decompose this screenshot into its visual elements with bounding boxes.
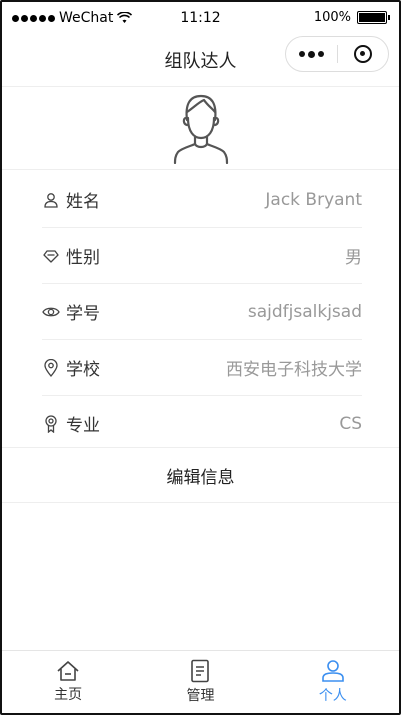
home-icon [57,661,79,681]
list-item-gender: 性别 男 [42,228,362,284]
target-icon [353,45,372,63]
nav-bar: 组队达人 [2,36,399,87]
name-label: 姓名 [66,192,100,212]
document-icon [191,659,210,683]
mini-program-capsule [285,36,389,72]
status-bar-right: 100% [313,10,390,25]
tab-bar: 主页 管理 个人 [2,650,399,713]
school-value: 西安电子科技大学 [226,360,362,380]
phone-frame: WeChat 11:12 100% 组队达人 姓名 Jack Bryant 性别… [0,0,401,715]
battery-percent: 100% [313,10,351,25]
gender-value: 男 [345,248,362,268]
list-item-school: 学校 西安电子科技大学 [42,340,362,396]
list-item-name: 姓名 Jack Bryant [42,172,362,228]
gender-label: 性别 [66,248,100,268]
diamond-icon [42,247,60,265]
list-item-student-id: 学号 sajdfjsalkjsad [42,284,362,340]
battery-icon [357,11,390,24]
divider [2,169,399,170]
tab-home[interactable]: 主页 [2,651,134,713]
major-value: CS [339,413,362,434]
close-button[interactable] [337,37,388,71]
award-icon [42,414,60,433]
edit-info-button[interactable]: 编辑信息 [2,448,399,503]
name-value: Jack Bryant [265,189,362,210]
list-item-major: 专业 CS [42,396,362,451]
avatar-person-icon [173,94,228,164]
more-button[interactable] [286,37,337,71]
tab-manage-label: 管理 [186,688,215,704]
tab-profile-label: 个人 [318,688,347,704]
eye-icon [42,303,60,321]
person-icon [322,660,344,682]
tab-manage[interactable]: 管理 [134,651,266,713]
user-icon [42,191,60,209]
tab-home-label: 主页 [54,687,83,703]
major-label: 专业 [66,416,100,436]
location-pin-icon [42,358,60,377]
profile-info-list: 姓名 Jack Bryant 性别 男 学号 sajdfjsalkjsad 学校… [42,172,362,451]
tab-profile[interactable]: 个人 [267,651,399,713]
student-id-value: sajdfjsalkjsad [247,301,362,322]
status-bar: WeChat 11:12 100% [2,2,399,36]
student-id-label: 学号 [66,304,100,324]
avatar [2,90,399,166]
school-label: 学校 [66,360,100,380]
